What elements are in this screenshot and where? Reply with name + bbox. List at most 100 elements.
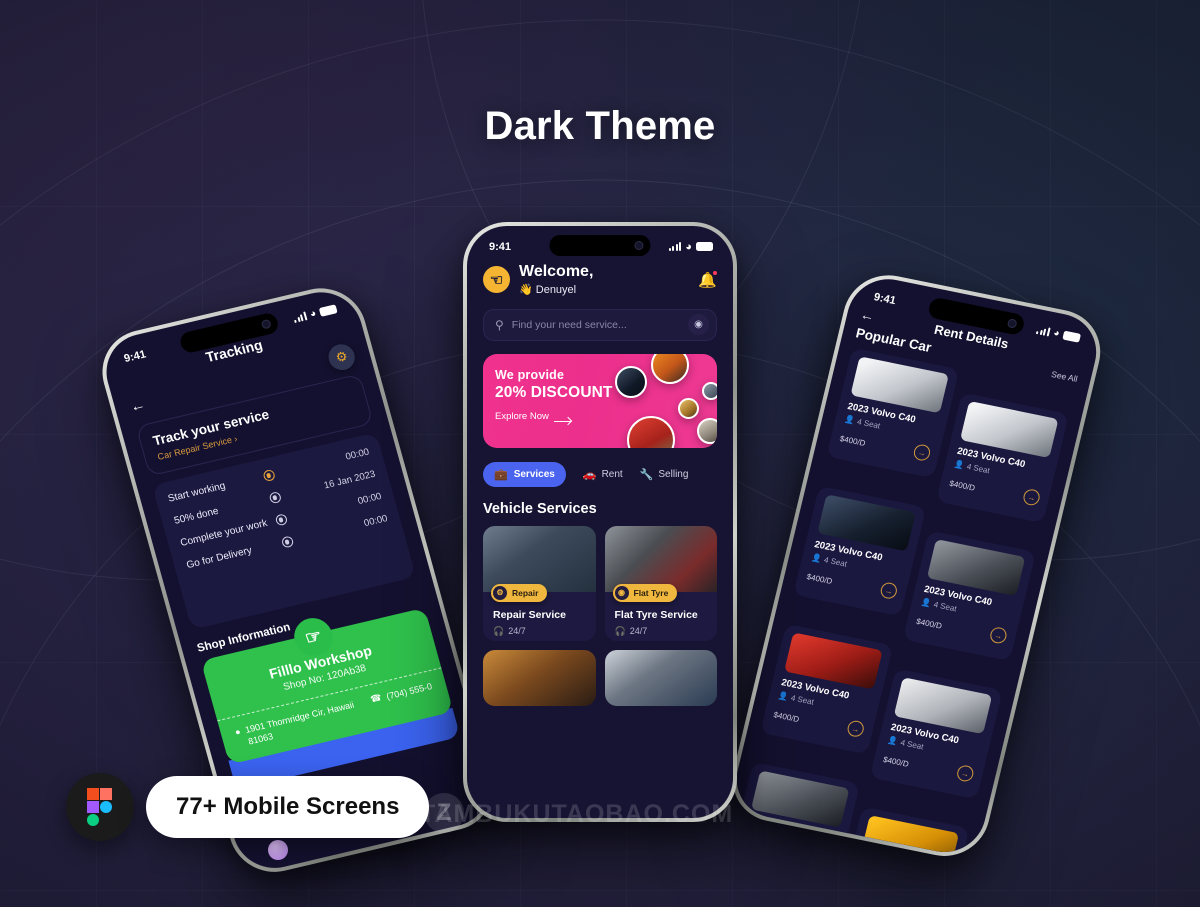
battery-icon (696, 242, 713, 251)
car-price-unit: /D (790, 713, 801, 725)
wifi-icon: ◕ (685, 240, 692, 253)
car-go-arrow-icon[interactable]: → (879, 581, 899, 600)
seat-icon: 👤 (886, 735, 899, 747)
car-price-value: $400 (805, 572, 826, 585)
notification-dot (712, 269, 718, 276)
service-card[interactable] (604, 649, 717, 706)
service-availability-text: 24/7 (508, 626, 526, 637)
truck-photo-icon (697, 417, 717, 444)
car-price-unit: /D (899, 758, 910, 769)
car-go-arrow-icon[interactable]: → (1021, 487, 1042, 507)
tab-services-label: Services (513, 468, 555, 480)
back-arrow-icon[interactable]: ← (128, 395, 147, 415)
scan-icon[interactable]: ◉ (688, 314, 709, 336)
phone-icon: ☎ (369, 692, 383, 705)
promo-banner[interactable]: We provide 20% DISCOUNT Explore Now (483, 353, 717, 448)
car-price-unit: /D (823, 575, 834, 587)
front-camera-icon (1006, 318, 1018, 329)
figma-glyph (87, 788, 112, 826)
car-seats-text: 4 Seat (856, 417, 882, 431)
seat-icon: 👤 (810, 552, 823, 564)
search-placeholder: Find your need service... (511, 318, 627, 331)
seat-icon: 👤 (953, 459, 966, 471)
search-icon: ⚲ (495, 317, 504, 332)
welcome-text: Welcome, 👋 Denuyel (519, 263, 593, 296)
signal-bars-icon (1036, 325, 1051, 337)
signal-bars-icon (293, 311, 308, 323)
service-name: Flat Tyre Service (614, 608, 698, 621)
car-price: $400/D (882, 753, 910, 770)
car-price-value: $400 (882, 754, 902, 768)
car-price: $400/D (915, 615, 943, 632)
car-icon: 🚗 (582, 468, 597, 481)
tab-selling-label: Selling (658, 468, 689, 480)
service-card[interactable] (483, 649, 596, 706)
status-time: 9:41 (872, 290, 898, 307)
headset-icon: 🎧 (493, 625, 505, 636)
headset-icon: 🎧 (614, 625, 626, 636)
search-input[interactable]: ⚲ Find your need service... ◉ (483, 308, 717, 341)
car-card[interactable]: 2023 Volvo C40 👤 4 Seat $400/D → (826, 347, 960, 479)
avatar[interactable]: ☜ (483, 266, 510, 294)
wrench-icon: 🔧 (639, 468, 654, 481)
see-all-link[interactable]: See All (1050, 369, 1078, 384)
service-availability: 🎧 24/7 (493, 626, 586, 637)
status-time: 9:41 (122, 347, 148, 365)
car-go-arrow-icon[interactable]: → (912, 443, 932, 462)
seat-icon: 👤 (920, 597, 932, 609)
username: 👋 Denuyel (519, 283, 577, 296)
shop-phone-text: (704) 555-0 (385, 680, 434, 702)
car-card[interactable]: 2023 Volvo C40 👤 4 Seat $400/D → (793, 485, 927, 617)
car-price: $400/D (806, 570, 834, 587)
service-chip: ◉ Flat Tyre (612, 583, 678, 602)
phone-notch (549, 235, 651, 256)
car-go-arrow-icon[interactable]: → (845, 719, 866, 739)
car-go-arrow-icon[interactable]: → (988, 625, 1009, 645)
accent-dot (268, 840, 288, 860)
car-price-unit: /D (965, 482, 976, 493)
car-seats-text: 4 Seat (823, 555, 848, 569)
car-card[interactable]: 2023 Volvo C40 👤 4 Seat $400/D → (935, 392, 1070, 524)
gear-icon: ⚙ (493, 585, 507, 600)
car-seats-text: 4 Seat (790, 693, 815, 707)
watermark-mark: Z (424, 793, 464, 833)
tab-services[interactable]: 💼 Services (483, 461, 566, 487)
car-go-arrow-icon[interactable]: → (955, 764, 975, 783)
tab-selling[interactable]: 🔧 Selling (640, 468, 689, 481)
tools-photo-icon (678, 397, 699, 419)
notification-bell-icon[interactable]: 🔔 (698, 269, 718, 289)
tab-rent[interactable]: 🚗 Rent (583, 468, 623, 481)
shop-phone[interactable]: ☎ (704) 555-0 (369, 680, 433, 705)
home-screen: 9:41 ◕ ☜ Welcome, 👋 Denuyel 🔔 ⚲ Find you… (467, 226, 733, 818)
wifi-icon: ◕ (1052, 327, 1061, 340)
gear-icon[interactable]: ⚙ (325, 341, 358, 373)
car-price: $400/D (772, 708, 800, 725)
seat-icon: 👤 (777, 690, 790, 702)
step-node-icon (269, 512, 293, 528)
phone-mockup-home: 9:41 ◕ ☜ Welcome, 👋 Denuyel 🔔 ⚲ Find you… (463, 222, 737, 822)
service-card[interactable]: ◉ Flat Tyre Flat Tyre Service 🎧 24/7 (604, 525, 717, 641)
seat-icon: 👤 (843, 414, 856, 426)
status-icons: ◕ (293, 303, 338, 324)
car-seats-text: 4 Seat (965, 461, 991, 476)
car-card[interactable]: 2023 Volvo C40 👤 4 Seat $400/D → (869, 668, 1003, 800)
vehicle-services-title: Vehicle Services (483, 500, 597, 517)
service-photo (604, 649, 717, 706)
step-node-icon (256, 468, 280, 484)
service-photo: ◉ Flat Tyre (604, 525, 717, 602)
service-card[interactable]: ⚙ Repair Repair Service 🎧 24/7 (483, 525, 596, 641)
car-price-value: $400 (772, 710, 793, 723)
service-chip-label: Flat Tyre (633, 587, 669, 598)
promo-cta[interactable]: Explore Now (495, 411, 705, 422)
service-photo: ⚙ Repair (483, 525, 596, 602)
signal-bars-icon (668, 242, 682, 251)
car-card[interactable]: 2023 Volvo C40 👤 4 Seat $400/D → (902, 530, 1036, 662)
screens-count-badge: 77+ Mobile Screens (146, 776, 430, 838)
car-card[interactable]: 2023 Volvo C40 👤 4 Seat $400/D → (760, 623, 894, 755)
car-price: $400/D (839, 432, 867, 449)
step-node-icon (263, 490, 287, 506)
status-time: 9:41 (489, 240, 512, 253)
status-icons: ◕ (1036, 324, 1082, 343)
category-tabs: 💼 Services 🚗 Rent 🔧 Selling (483, 461, 717, 487)
car-photo (750, 770, 850, 828)
